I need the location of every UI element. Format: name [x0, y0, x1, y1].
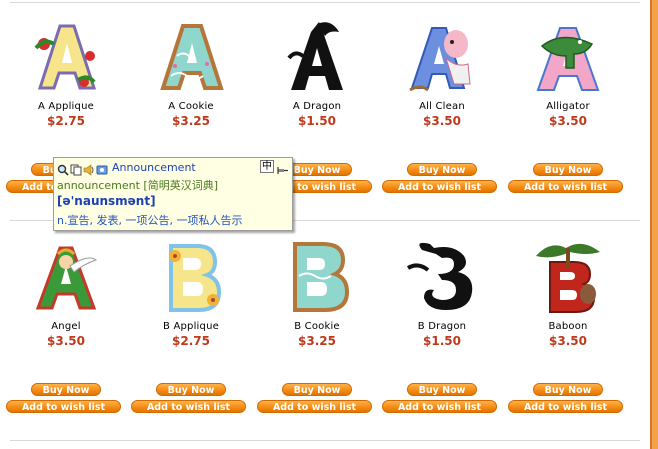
page-frame-right [650, 0, 658, 449]
product-price: $3.50 [549, 334, 587, 348]
product-image-a-applique[interactable] [30, 18, 102, 96]
buy-now-button[interactable]: Buy Now [31, 383, 101, 396]
divider [10, 2, 640, 3]
product-price: $3.25 [172, 114, 210, 128]
product-image-all-clean[interactable] [406, 18, 478, 96]
divider [10, 440, 640, 441]
add-to-wish-list-button[interactable]: Add to wish list [257, 400, 372, 413]
popup-definition: n.宣告, 发表, 一项公告, 一项私人告示 [57, 214, 243, 227]
add-to-wish-list-button[interactable]: Add to wish list [131, 400, 246, 413]
add-to-wish-list-button[interactable]: Add to wish list [382, 400, 497, 413]
product-card: Alligator $3.50 Buy Now Add to wish list [508, 18, 628, 218]
speaker-icon[interactable] [83, 161, 95, 176]
product-image-alligator[interactable] [532, 18, 604, 96]
product-image-a-dragon[interactable] [281, 18, 353, 96]
popup-word-line: announcement [简明英汉词典] [57, 179, 219, 192]
dictionary-icon[interactable] [96, 161, 108, 175]
product-name[interactable]: Alligator [508, 101, 628, 112]
popup-phonetic: [ə'naunsmənt] [57, 194, 156, 208]
product-image-baboon[interactable] [532, 238, 604, 316]
buy-now-button[interactable]: Buy Now [282, 383, 352, 396]
dictionary-popup: Announcement 中 announcement [简明英汉词典] [ə'… [53, 157, 293, 231]
buy-now-button[interactable]: Buy Now [533, 383, 603, 396]
buy-now-button[interactable]: Buy Now [407, 383, 477, 396]
product-name[interactable]: B Cookie [257, 321, 377, 332]
product-image-b-applique[interactable] [155, 238, 227, 316]
product-name[interactable]: Angel [6, 321, 126, 332]
product-image-angel[interactable] [30, 238, 102, 316]
product-name[interactable]: A Dragon [257, 101, 377, 112]
product-price: $3.50 [47, 334, 85, 348]
product-card: B Dragon $1.50 Buy Now Add to wish list [382, 238, 502, 438]
product-name[interactable]: B Applique [131, 321, 251, 332]
popup-controls: 中 [260, 160, 289, 174]
add-to-wish-list-button[interactable]: Add to wish list [6, 400, 121, 413]
product-name[interactable]: All Clean [382, 101, 502, 112]
buy-now-button[interactable]: Buy Now [407, 163, 477, 176]
product-price: $3.25 [298, 334, 336, 348]
product-image-b-dragon[interactable] [406, 238, 478, 316]
language-toggle[interactable]: 中 [260, 160, 274, 173]
product-price: $1.50 [423, 334, 461, 348]
product-name[interactable]: B Dragon [382, 321, 502, 332]
product-card: All Clean $3.50 Buy Now Add to wish list [382, 18, 502, 218]
add-to-wish-list-button[interactable]: Add to wish list [382, 180, 497, 193]
popup-toolbar: Announcement [57, 160, 196, 176]
product-card: Angel $3.50 Buy Now Add to wish list [6, 238, 126, 438]
product-image-a-cookie[interactable] [155, 18, 227, 96]
product-price: $2.75 [172, 334, 210, 348]
product-name[interactable]: A Cookie [131, 101, 251, 112]
copy-icon[interactable] [70, 161, 82, 176]
product-card: Baboon $3.50 Buy Now Add to wish list [508, 238, 628, 438]
product-price: $2.75 [47, 114, 85, 128]
buy-now-button[interactable]: Buy Now [156, 383, 226, 396]
product-price: $1.50 [298, 114, 336, 128]
product-price: $3.50 [423, 114, 461, 128]
add-to-wish-list-button[interactable]: Add to wish list [508, 400, 623, 413]
product-price: $3.50 [549, 114, 587, 128]
product-card: B Cookie $3.25 Buy Now Add to wish list [257, 238, 377, 438]
buy-now-button[interactable]: Buy Now [533, 163, 603, 176]
product-name[interactable]: A Applique [6, 101, 126, 112]
product-card: B Applique $2.75 Buy Now Add to wish lis… [131, 238, 251, 438]
pin-icon[interactable] [277, 161, 289, 174]
add-to-wish-list-button[interactable]: Add to wish list [508, 180, 623, 193]
popup-title: Announcement [112, 160, 196, 174]
product-name[interactable]: Baboon [508, 321, 628, 332]
search-icon[interactable] [57, 161, 69, 176]
product-image-b-cookie[interactable] [281, 238, 353, 316]
